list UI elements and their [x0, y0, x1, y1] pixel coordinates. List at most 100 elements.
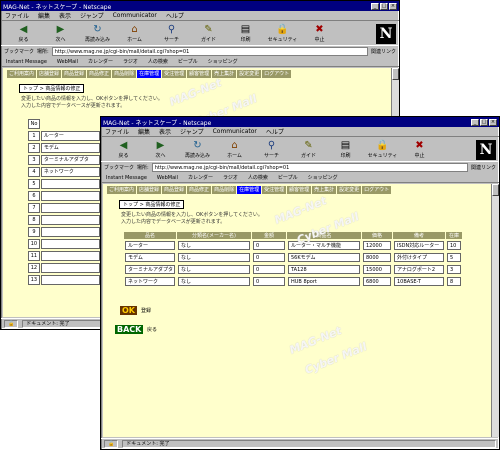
related-links-button[interactable]: 関連リンク [371, 48, 396, 55]
remarks-input[interactable]: 外付けタイプ [394, 253, 444, 262]
search-button[interactable]: ⚲ サーチ [153, 24, 190, 43]
stock-input[interactable]: 5 [447, 253, 461, 262]
forward-button[interactable]: ▶ 次へ [142, 140, 179, 159]
price-input[interactable]: 12000 [363, 241, 391, 250]
list-item-input[interactable]: ルーター [40, 130, 100, 141]
search-button[interactable]: ⚲ サーチ [253, 140, 290, 159]
remarks-input[interactable]: 10BASE-T [394, 277, 444, 286]
instant-message-link[interactable]: Instant Message [104, 175, 149, 181]
tab-item-delete[interactable]: 商品削除 [112, 70, 137, 78]
price-input[interactable]: 8000 [363, 253, 391, 262]
back-page-button[interactable]: BACK [115, 325, 144, 334]
scrollbar-thumb[interactable] [492, 184, 499, 196]
maximize-button[interactable]: □ [380, 2, 388, 10]
forward-button[interactable]: ▶ 次へ [42, 24, 79, 43]
instant-message-link[interactable]: Instant Message [4, 59, 49, 65]
list-item-input[interactable] [40, 262, 100, 273]
tab-sales[interactable]: 売上集計 [312, 186, 337, 194]
shopping-link[interactable]: ショッピング [206, 58, 240, 65]
scrollbar-thumb[interactable] [392, 68, 399, 80]
list-item-input[interactable] [40, 202, 100, 213]
reload-button[interactable]: ↻ 再読み込み [79, 24, 116, 43]
shopping-link[interactable]: ショッピング [306, 174, 340, 181]
tab-shop-register[interactable]: 店舗登録 [37, 70, 62, 78]
list-item-input[interactable] [40, 274, 100, 285]
tab-logout[interactable]: ログアウト [262, 70, 292, 78]
maximize-button[interactable]: □ [480, 118, 488, 126]
security-button[interactable]: 🔒 セキュリティ [264, 24, 301, 43]
maker-input[interactable]: なし [178, 241, 250, 250]
tab-item-register[interactable]: 商品登録 [62, 70, 87, 78]
price-input[interactable]: 15000 [363, 265, 391, 274]
remarks-input[interactable]: ISDN対応ルーター [394, 241, 444, 250]
reload-button[interactable]: ↻ 再読み込み [179, 140, 216, 159]
menu-help[interactable]: ヘルプ [166, 11, 184, 20]
product-name-input[interactable]: TA128 [288, 265, 360, 274]
remarks-input[interactable]: アナログポート2 [394, 265, 444, 274]
menu-file[interactable]: ファイル [5, 11, 29, 20]
tab-settings[interactable]: 設定変更 [337, 186, 362, 194]
print-button[interactable]: ▤ 印刷 [327, 140, 364, 159]
tab-stock[interactable]: 在庫管理 [237, 186, 262, 194]
amount-input[interactable]: 0 [253, 241, 285, 250]
product-name-input[interactable]: ルーター・マルチ機能 [288, 241, 360, 250]
people-link[interactable]: ピープル [176, 58, 200, 65]
maker-input[interactable]: なし [178, 253, 250, 262]
list-item-input[interactable] [40, 226, 100, 237]
list-item-input[interactable] [40, 214, 100, 225]
tab-customers[interactable]: 顧客管理 [287, 186, 312, 194]
back-button[interactable]: ◀ 戻る [105, 140, 142, 159]
close-button[interactable]: × [489, 118, 497, 126]
back-button[interactable]: ◀ 戻る [5, 24, 42, 43]
list-item-input[interactable] [40, 250, 100, 261]
bookmarks-button[interactable]: ブックマーク [4, 48, 34, 55]
tab-item-edit[interactable]: 商品修正 [187, 186, 212, 194]
menu-view[interactable]: 表示 [159, 127, 171, 136]
tab-logout[interactable]: ログアウト [362, 186, 392, 194]
home-button[interactable]: ⌂ ホーム [216, 140, 253, 159]
ok-button[interactable]: OK [120, 306, 137, 315]
vertical-scrollbar[interactable] [491, 184, 499, 437]
tab-stock[interactable]: 在庫管理 [137, 70, 162, 78]
stock-input[interactable]: 3 [447, 265, 461, 274]
product-name-input[interactable]: 56Kモデム [288, 253, 360, 262]
tab-orders[interactable]: 受注管理 [162, 70, 187, 78]
tab-settings[interactable]: 設定変更 [237, 70, 262, 78]
tab-guide[interactable]: ご利用案内 [107, 186, 137, 194]
tab-orders[interactable]: 受注管理 [262, 186, 287, 194]
menu-file[interactable]: ファイル [105, 127, 129, 136]
guide-button[interactable]: ✎ ガイド [190, 24, 227, 43]
people-search-link[interactable]: 人の検索 [246, 174, 270, 181]
product-name-input[interactable]: HUB 8port [288, 277, 360, 286]
amount-input[interactable]: 0 [253, 265, 285, 274]
list-item-input[interactable] [40, 190, 100, 201]
list-item-input[interactable] [40, 178, 100, 189]
radio-link[interactable]: ラジオ [221, 174, 240, 181]
maker-input[interactable]: なし [178, 265, 250, 274]
menu-communicator[interactable]: Communicator [213, 128, 257, 135]
menu-view[interactable]: 表示 [59, 11, 71, 20]
close-button[interactable]: × [389, 2, 397, 10]
tab-item-edit[interactable]: 商品修正 [87, 70, 112, 78]
stock-input[interactable]: 10 [447, 241, 461, 250]
people-link[interactable]: ピープル [276, 174, 300, 181]
list-item-input[interactable]: ネットワーク [40, 166, 100, 177]
price-input[interactable]: 6800 [363, 277, 391, 286]
bookmarks-button[interactable]: ブックマーク [104, 164, 134, 171]
calendar-link[interactable]: カレンダー [86, 58, 115, 65]
stop-button[interactable]: ✖ 中止 [401, 140, 438, 159]
minimize-button[interactable]: _ [371, 2, 379, 10]
menu-edit[interactable]: 編集 [138, 127, 150, 136]
webmail-link[interactable]: WebMail [155, 175, 180, 181]
stop-button[interactable]: ✖ 中止 [301, 24, 338, 43]
print-button[interactable]: ▤ 印刷 [227, 24, 264, 43]
minimize-button[interactable]: _ [471, 118, 479, 126]
maker-input[interactable]: なし [178, 277, 250, 286]
menu-help[interactable]: ヘルプ [266, 127, 284, 136]
tab-guide[interactable]: ご利用案内 [7, 70, 37, 78]
calendar-link[interactable]: カレンダー [186, 174, 215, 181]
menu-go[interactable]: ジャンプ [80, 11, 104, 20]
people-search-link[interactable]: 人の検索 [146, 58, 170, 65]
url-input[interactable]: http://www.mag.ne.jp/cgi-bin/mall/detail… [151, 163, 468, 172]
tab-sales[interactable]: 売上集計 [212, 70, 237, 78]
